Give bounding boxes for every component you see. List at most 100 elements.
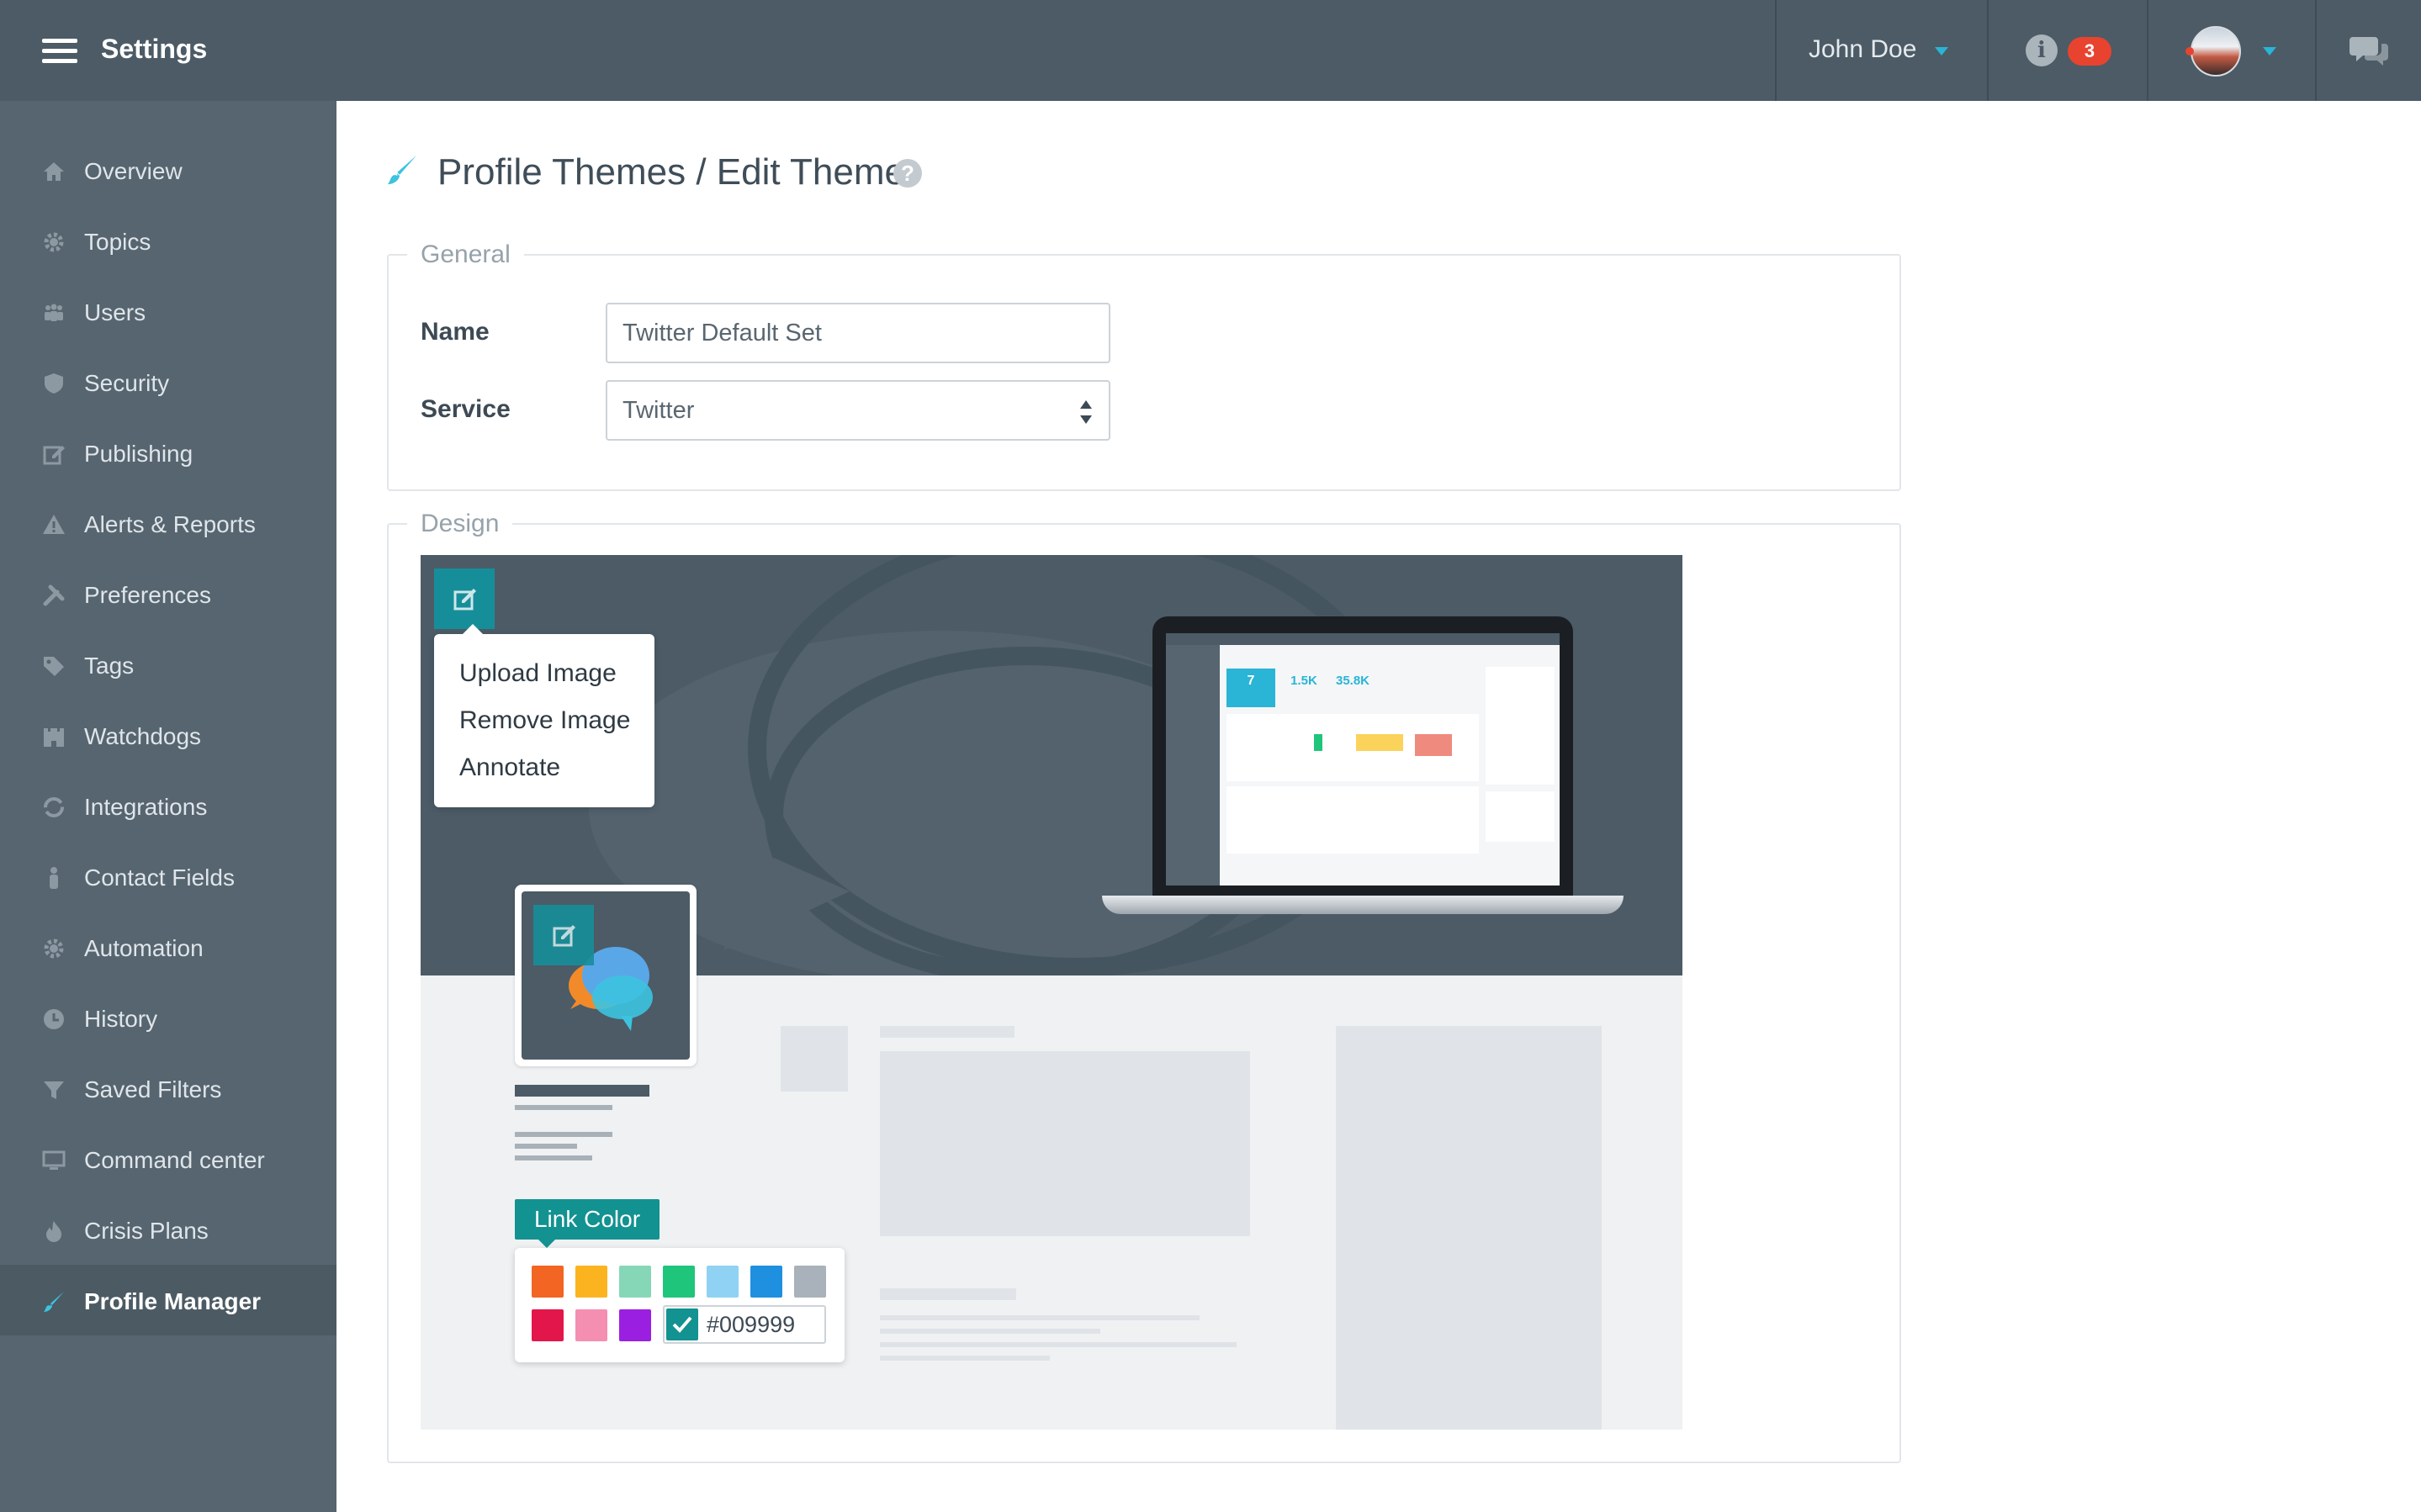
placeholder-block (880, 1051, 1250, 1236)
general-legend: General (407, 241, 524, 269)
warning-icon (43, 515, 65, 534)
castle-icon (44, 728, 64, 747)
gear-icon (44, 938, 64, 959)
color-swatch[interactable] (619, 1266, 651, 1298)
user-name[interactable]: John Doe (1809, 35, 1916, 64)
color-swatch[interactable] (575, 1309, 607, 1341)
placeholder-line (880, 1315, 1200, 1320)
color-swatch[interactable] (619, 1309, 651, 1341)
sidebar-item-label: Publishing (84, 441, 193, 467)
avatar-caret-icon[interactable] (2263, 47, 2276, 56)
general-panel (387, 254, 1901, 491)
brush-icon (387, 155, 417, 185)
color-swatch[interactable] (707, 1266, 739, 1298)
selected-color-swatch[interactable] (666, 1308, 698, 1340)
info-icon[interactable]: i (2026, 34, 2058, 66)
sidebar-item-integrations[interactable]: Integrations (0, 770, 336, 841)
sidebar-item-command-center[interactable]: Command center (0, 1123, 336, 1194)
hamburger-menu-icon[interactable] (42, 39, 77, 64)
placeholder-line (515, 1132, 612, 1137)
sidebar-item-preferences[interactable]: Preferences (0, 558, 336, 629)
sidebar-item-label: Topics (84, 229, 151, 255)
service-select-value: Twitter (622, 397, 695, 424)
upload-image-item[interactable]: Upload Image (459, 659, 617, 688)
sidebar-item-users[interactable]: Users (0, 276, 336, 346)
chat-icon[interactable] (2349, 34, 2390, 67)
laptop-stat-2: 1.5K (1290, 674, 1317, 688)
fire-icon (46, 1221, 61, 1242)
laptop-display: 7 1.5K 35.8K (1166, 633, 1560, 886)
sidebar-item-profile-manager[interactable]: Profile Manager (0, 1265, 336, 1335)
color-swatch[interactable] (532, 1266, 564, 1298)
color-swatch[interactable] (794, 1266, 826, 1298)
sidebar-item-watchdogs[interactable]: Watchdogs (0, 700, 336, 770)
sidebar-item-crisis-plans[interactable]: Crisis Plans (0, 1194, 336, 1265)
image-menu: Upload Image Remove Image Annotate (434, 624, 654, 807)
color-swatch[interactable] (663, 1266, 695, 1298)
link-color-label[interactable]: Link Color (515, 1199, 660, 1248)
laptop-illustration: 7 1.5K 35.8K (1152, 616, 1573, 896)
edit-icon (553, 925, 575, 947)
help-icon[interactable]: ? (893, 159, 922, 188)
sidebar-item-label: Command center (84, 1147, 265, 1173)
sidebar-item-topics[interactable]: Topics (0, 205, 336, 276)
status-dot (2185, 47, 2194, 56)
color-swatch[interactable] (750, 1266, 782, 1298)
top-bar: Settings John Doe i 3 (0, 0, 2421, 101)
placeholder-block (781, 1026, 848, 1092)
sidebar-item-label: Integrations (84, 794, 208, 820)
page-title: Profile Themes / Edit Theme (437, 151, 905, 193)
profile-edit-button[interactable] (533, 905, 594, 965)
tag-icon (44, 657, 64, 676)
sidebar-item-label: Tags (84, 653, 135, 679)
sidebar-item-label: History (84, 1006, 158, 1032)
annotate-item[interactable]: Annotate (459, 753, 560, 782)
sidebar: Overview Topics Users Security Publishin… (0, 101, 336, 1512)
sidebar-item-label: Saved Filters (84, 1076, 222, 1102)
remove-image-item[interactable]: Remove Image (459, 706, 630, 735)
refresh-icon (44, 797, 64, 817)
sidebar-item-label: Crisis Plans (84, 1218, 209, 1244)
service-select[interactable]: Twitter (606, 380, 1110, 441)
placeholder-line (515, 1105, 612, 1110)
sidebar-item-label: Preferences (84, 582, 211, 608)
name-input[interactable]: Twitter Default Set (606, 303, 1110, 363)
sidebar-item-label: Security (84, 370, 170, 396)
sidebar-item-automation[interactable]: Automation (0, 912, 336, 982)
laptop-base (1102, 896, 1624, 914)
placeholder-line (515, 1144, 577, 1149)
sidebar-item-label: Alerts & Reports (84, 511, 256, 537)
placeholder-line (515, 1155, 592, 1160)
sidebar-item-alerts-reports[interactable]: Alerts & Reports (0, 488, 336, 558)
color-swatch[interactable] (532, 1309, 564, 1341)
sidebar-item-security[interactable]: Security (0, 346, 336, 417)
sidebar-item-tags[interactable]: Tags (0, 629, 336, 700)
sidebar-item-overview[interactable]: Overview (0, 135, 336, 205)
select-arrows-icon (1080, 400, 1092, 424)
users-icon (45, 304, 63, 321)
laptop-stat-3: 35.8K (1335, 674, 1370, 688)
user-caret-icon[interactable] (1935, 47, 1948, 56)
sidebar-item-publishing[interactable]: Publishing (0, 417, 336, 488)
edit-icon (43, 446, 65, 465)
avatar[interactable] (2191, 26, 2241, 77)
filter-icon (44, 1081, 64, 1099)
sidebar-item-label: Watchdogs (84, 723, 202, 749)
check-icon (672, 1316, 692, 1333)
home-icon (44, 162, 64, 181)
notifications[interactable] (1987, 0, 2147, 101)
brush-icon (44, 1292, 64, 1312)
design-legend: Design (407, 510, 513, 538)
hex-color-input[interactable]: #009999 (663, 1305, 826, 1344)
cover-edit-button[interactable] (434, 568, 495, 629)
sidebar-item-saved-filters[interactable]: Saved Filters (0, 1053, 336, 1123)
sidebar-item-contact-fields[interactable]: Contact Fields (0, 841, 336, 912)
tools-icon (43, 584, 65, 606)
gear-icon (44, 232, 64, 252)
notification-badge[interactable]: 3 (2068, 37, 2111, 66)
color-swatch[interactable] (575, 1266, 607, 1298)
sidebar-item-history[interactable]: History (0, 982, 336, 1053)
clock-icon (44, 1009, 64, 1029)
sidebar-item-label: Contact Fields (84, 864, 235, 891)
placeholder-line (880, 1329, 1100, 1334)
